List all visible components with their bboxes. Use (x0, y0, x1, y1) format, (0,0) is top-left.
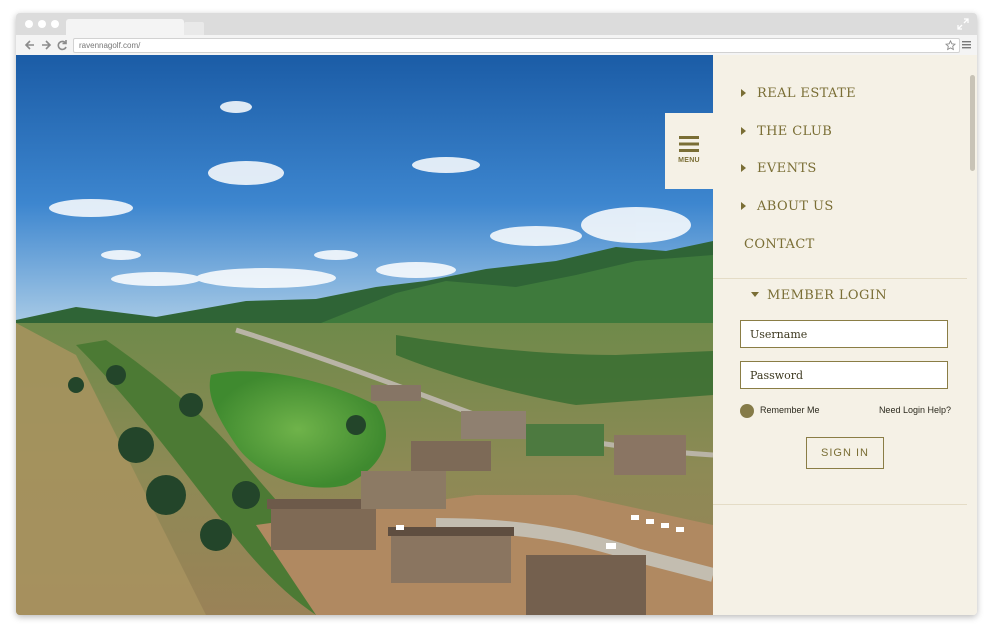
member-login-toggle[interactable]: MEMBER LOGIN (751, 288, 887, 303)
menu-divider (713, 278, 967, 279)
url-text: ravennagolf.com/ (79, 41, 141, 50)
page-viewport: MENU REAL ESTATE THE CLUB EVENTS ABOUT U… (16, 55, 977, 615)
remember-me-label: Remember Me (760, 405, 820, 415)
nav-item-label: REAL ESTATE (757, 85, 857, 101)
browser-titlebar (16, 13, 977, 35)
nav-item-contact[interactable]: CONTACT (744, 234, 815, 254)
menu-toggle-button[interactable]: MENU (665, 113, 713, 189)
hamburger-icon (679, 136, 699, 152)
sign-in-button[interactable]: SIGN IN (806, 437, 884, 469)
caret-right-icon (741, 89, 746, 97)
caret-right-icon (741, 127, 746, 135)
forward-arrow-icon[interactable] (40, 38, 52, 52)
nav-item-about-us[interactable]: ABOUT US (741, 196, 834, 216)
browser-tab[interactable] (66, 19, 184, 35)
side-menu-panel: REAL ESTATE THE CLUB EVENTS ABOUT US CON… (713, 55, 977, 615)
zoom-window-button[interactable] (51, 20, 59, 28)
browser-toolbar: ravennagolf.com/ (16, 35, 977, 56)
reload-icon[interactable] (56, 38, 68, 52)
nav-item-events[interactable]: EVENTS (741, 158, 817, 178)
nav-item-label: ABOUT US (757, 198, 834, 214)
nav-item-the-club[interactable]: THE CLUB (741, 121, 832, 141)
menu-toggle-label: MENU (678, 157, 700, 164)
username-field[interactable] (740, 320, 948, 348)
remember-me-checkbox[interactable] (740, 404, 754, 418)
close-window-button[interactable] (25, 20, 33, 28)
browser-menu-icon[interactable] (962, 40, 971, 49)
browser-window: ravennagolf.com/ MENU REAL ESTATE THE CL… (16, 13, 977, 615)
nav-item-real-estate[interactable]: REAL ESTATE (741, 83, 856, 103)
scrollbar[interactable] (968, 55, 977, 615)
login-divider (713, 504, 967, 505)
nav-item-label: EVENTS (757, 160, 817, 176)
back-arrow-icon[interactable] (24, 38, 36, 52)
expand-icon[interactable] (957, 18, 969, 30)
star-icon[interactable] (945, 40, 956, 51)
nav-item-label: CONTACT (744, 236, 815, 252)
member-login-title: MEMBER LOGIN (767, 288, 888, 303)
caret-right-icon (741, 202, 746, 210)
scrollbar-thumb[interactable] (970, 75, 975, 171)
nav-item-label: THE CLUB (757, 123, 833, 139)
address-bar[interactable]: ravennagolf.com/ (73, 38, 960, 53)
login-help-link[interactable]: Need Login Help? (879, 405, 951, 415)
caret-right-icon (741, 164, 746, 172)
caret-down-icon (751, 292, 759, 297)
hero-image (16, 55, 713, 615)
minimize-window-button[interactable] (38, 20, 46, 28)
password-field[interactable] (740, 361, 948, 389)
new-tab-button[interactable] (184, 22, 204, 35)
